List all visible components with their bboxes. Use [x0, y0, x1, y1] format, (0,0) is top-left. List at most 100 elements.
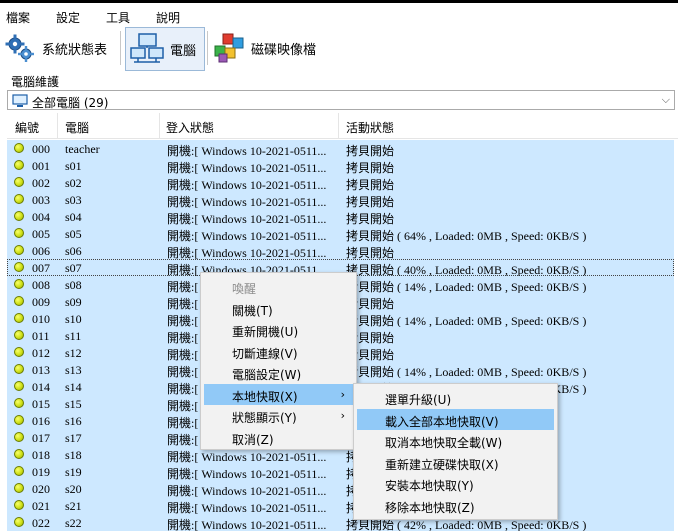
row-id: 021	[32, 499, 50, 513]
local-cache-submenu: 選單升級(U) 載入全部本地快取(V) 取消本地快取全載(W) 重新建立硬碟快取(X)…	[353, 383, 558, 520]
status-dot-icon	[14, 415, 24, 425]
table-row[interactable]: 000 teacher 開機:[ Windows 10-2021-0511... 拷貝…	[7, 140, 674, 158]
submenu-item[interactable]: 移除本地快取(Z)	[357, 495, 554, 516]
status-dot-icon	[14, 381, 24, 391]
submenu-item[interactable]: 選單升級(U)	[357, 387, 554, 408]
row-computer-name: s22	[65, 516, 82, 530]
status-dot-icon	[14, 500, 24, 510]
row-computer-name: s18	[65, 448, 82, 462]
list-header: 編號 電腦 登入狀態 活動狀態	[7, 113, 678, 139]
status-dot-icon	[14, 364, 24, 374]
row-id: 015	[32, 397, 50, 411]
computer-icon	[12, 94, 28, 107]
table-row[interactable]: 019s19開機:[ Windows 10-2021-0511...拷貝開始	[7, 463, 674, 481]
submenu-item-label: 移除本地快取(Z)	[385, 500, 475, 515]
computer-button[interactable]: 電腦	[125, 27, 205, 71]
context-menu-item-label: 電腦設定(W)	[232, 368, 302, 382]
chevron-right-icon: ›	[340, 409, 345, 422]
status-dot-icon	[14, 330, 24, 340]
table-row[interactable]: 003 s03 開機:[ Windows 10-2021-0511... 拷貝開始	[7, 191, 674, 209]
context-menu-item[interactable]: 重新開機(U)	[204, 319, 353, 340]
column-header-id[interactable]: 編號	[15, 119, 39, 136]
menu-tools[interactable]: 工具	[106, 9, 130, 26]
table-row[interactable]: 002 s02 開機:[ Windows 10-2021-0511... 拷貝開始	[7, 174, 674, 192]
row-id: 014	[32, 380, 50, 394]
context-menu: 喚醒 關機(T) 重新開機(U) 切斷連線(V) 電腦設定(W) 本地快取(X) › 狀態顯示…	[200, 272, 357, 450]
section-title: 電腦維護	[11, 75, 60, 89]
context-menu-item-label: 切斷連線(V)	[232, 346, 298, 361]
row-id: 022	[32, 516, 50, 530]
row-computer-name: s20	[65, 482, 82, 496]
row-computer-name: s14	[65, 380, 82, 394]
context-menu-item[interactable]: 狀態顯示(Y) ›	[204, 405, 353, 426]
computer-group-select[interactable]: 全部電腦 (29) ⌵	[7, 90, 675, 110]
disk-image-button[interactable]: 磁碟映像檔	[213, 27, 331, 69]
row-computer-name: s06	[65, 244, 82, 258]
context-menu-item[interactable]: 本地快取(X) ›	[204, 383, 353, 405]
submenu-item[interactable]: 安裝本地快取(Y)	[357, 473, 554, 494]
row-id: 018	[32, 448, 50, 462]
row-id: 020	[32, 482, 50, 496]
table-row[interactable]: 004 s04 開機:[ Windows 10-2021-0511... 拷貝開始	[7, 208, 674, 226]
chevron-right-icon: ›	[340, 387, 345, 401]
menu-help[interactable]: 說明	[156, 9, 180, 26]
column-header-activity-status[interactable]: 活動狀態	[346, 119, 394, 136]
table-row[interactable]: 020s20開機:[ Windows 10-2021-0511...拷貝開始	[7, 480, 674, 498]
submenu-item[interactable]: 重新建立硬碟快取(X)	[357, 452, 554, 473]
row-computer-name: s03	[65, 193, 82, 207]
context-menu-item[interactable]: 切斷連線(V)	[204, 341, 353, 362]
column-divider[interactable]	[338, 113, 339, 138]
column-divider[interactable]	[159, 113, 160, 138]
table-row[interactable]: 006 s06 開機:[ Windows 10-2021-0511... 拷貝開始	[7, 242, 674, 260]
toolbar-separator	[207, 31, 208, 65]
context-menu-item-label: 本地快取(X)	[232, 389, 298, 404]
column-header-login-status[interactable]: 登入狀態	[166, 119, 214, 136]
row-id: 010	[32, 312, 50, 326]
status-dot-icon	[14, 262, 24, 272]
toolbar-separator	[120, 31, 121, 65]
column-divider[interactable]	[57, 113, 58, 138]
context-menu-item-label: 狀態顯示(Y)	[232, 411, 297, 425]
context-menu-item-label: 重新開機(U)	[232, 325, 299, 339]
context-menu-item: 喚醒	[204, 276, 353, 297]
row-computer-name: s21	[65, 499, 82, 513]
table-row[interactable]: 005 s05 開機:[ Windows 10-2021-0511... 拷貝開始 (…	[7, 225, 674, 243]
row-id: 005	[32, 227, 50, 241]
submenu-item[interactable]: 取消本地快取全載(W)	[357, 430, 554, 451]
status-dot-icon	[14, 279, 24, 289]
submenu-item-label: 取消本地快取全載(W)	[385, 436, 503, 450]
menu-bar: 檔案 設定 工具 說明	[0, 3, 678, 27]
table-row[interactable]: 021s21開機:[ Windows 10-2021-0511...拷貝開始	[7, 497, 674, 515]
submenu-item-label: 選單升級(U)	[385, 393, 452, 407]
network-computers-icon	[130, 33, 164, 63]
row-id: 019	[32, 465, 50, 479]
toolbar: 系統狀態表 電腦 磁碟映像檔	[0, 27, 678, 71]
row-id: 017	[32, 431, 50, 445]
chevron-down-icon[interactable]: ⌵	[662, 93, 670, 107]
row-computer-name: s07	[65, 261, 82, 275]
context-menu-item[interactable]: 關機(T)	[204, 298, 353, 319]
context-menu-item[interactable]: 電腦設定(W)	[204, 362, 353, 383]
row-computer-name: s01	[65, 159, 82, 173]
context-menu-item[interactable]: 取消(Z)	[204, 427, 353, 448]
status-dot-icon	[14, 177, 24, 187]
menu-file[interactable]: 檔案	[6, 9, 30, 26]
row-id: 002	[32, 176, 50, 190]
status-dot-icon	[14, 194, 24, 204]
system-status-label: 系統狀態表	[42, 42, 108, 58]
row-computer-name: s04	[65, 210, 82, 224]
table-row[interactable]: 001 s01 開機:[ Windows 10-2021-0511... 拷貝開始	[7, 157, 674, 175]
table-row[interactable]: 022 s22 開機:[ Windows 10-2021-0511... 拷貝開始 (…	[7, 514, 674, 531]
row-computer-name: s10	[65, 312, 82, 326]
row-computer-name: s15	[65, 397, 82, 411]
column-header-computer[interactable]: 電腦	[65, 119, 89, 136]
row-computer-name: s08	[65, 278, 82, 292]
menu-settings[interactable]: 設定	[56, 9, 80, 26]
status-dot-icon	[14, 398, 24, 408]
context-menu-item-label: 取消(Z)	[232, 432, 274, 447]
row-id: 012	[32, 346, 50, 360]
row-id: 009	[32, 295, 50, 309]
system-status-button[interactable]: 系統狀態表	[4, 27, 116, 69]
status-dot-icon	[14, 313, 24, 323]
submenu-item[interactable]: 載入全部本地快取(V)	[357, 408, 554, 430]
